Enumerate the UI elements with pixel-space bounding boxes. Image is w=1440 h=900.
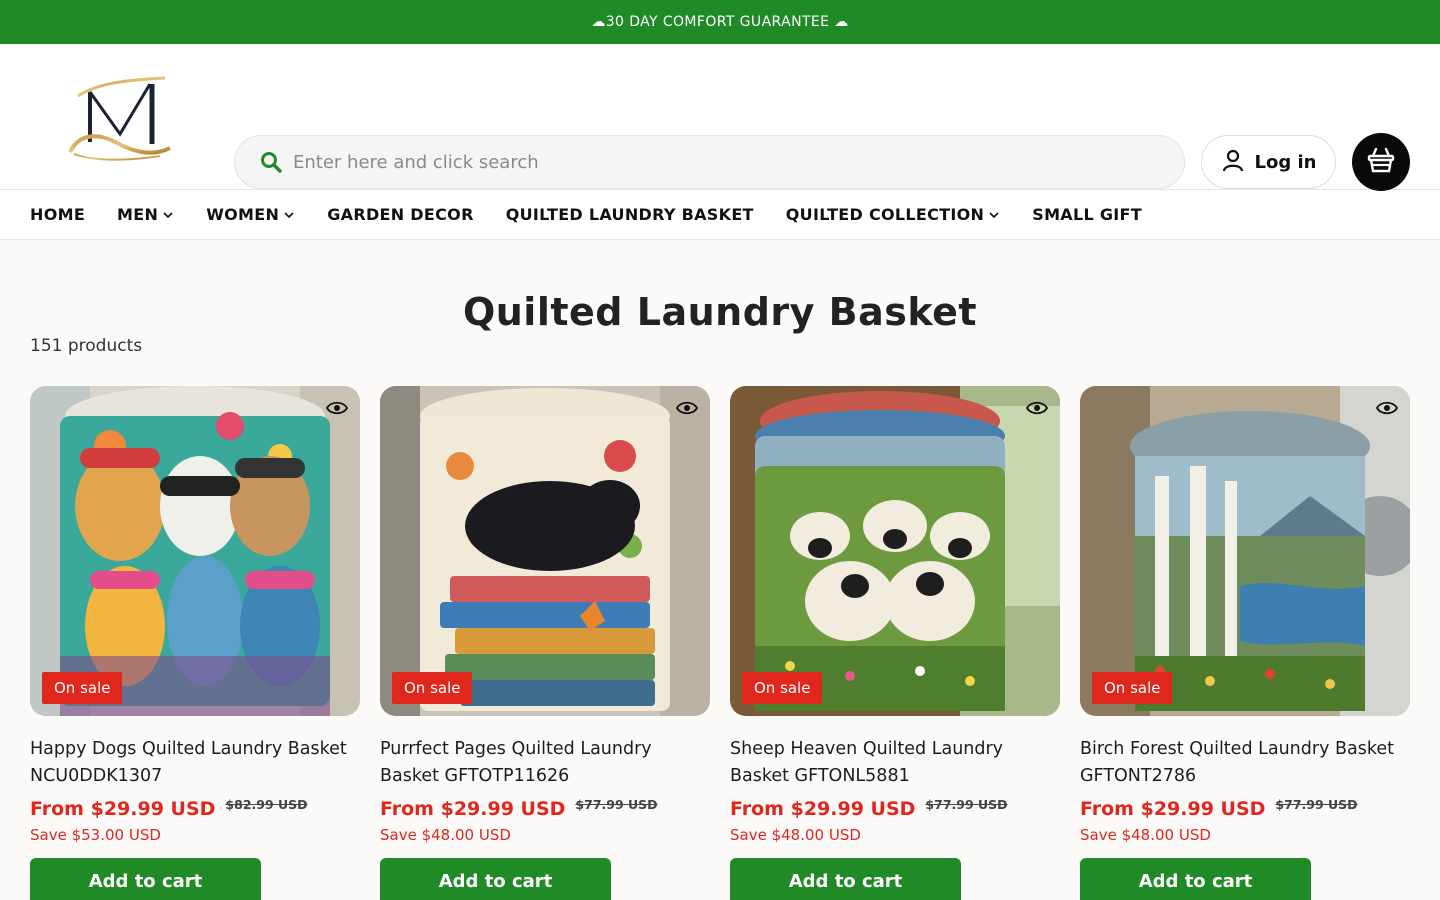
savings-text: Save $48.00 USD	[730, 826, 861, 844]
main-nav: HOME MEN WOMEN GARDEN DECOR QUILTED LAUN…	[0, 190, 1440, 240]
search-bar[interactable]	[234, 135, 1185, 189]
sale-price: From $29.99 USD	[380, 798, 566, 820]
announcement-bar: ☁30 DAY COMFORT GUARANTEE ☁	[0, 0, 1440, 44]
chevron-down-icon	[988, 209, 1000, 221]
price-row: From $29.99 USD $77.99 USD	[380, 797, 710, 820]
compare-price: $77.99 USD	[575, 797, 658, 812]
announcement-text: ☁30 DAY COMFORT GUARANTEE ☁	[591, 14, 849, 30]
sale-badge: On sale	[42, 672, 123, 704]
user-icon	[1221, 148, 1245, 177]
product-image[interactable]: On sale	[1080, 386, 1410, 716]
product-card[interactable]: On sale Happy Dogs Quilted Laundry Baske…	[30, 386, 360, 900]
site-header: Log in	[0, 44, 1440, 191]
savings-text: Save $48.00 USD	[1080, 826, 1211, 844]
product-count: 151 products	[30, 336, 143, 356]
product-grid: On sale Happy Dogs Quilted Laundry Baske…	[30, 386, 1410, 900]
compare-price: $82.99 USD	[225, 797, 308, 812]
sale-price: From $29.99 USD	[1080, 798, 1266, 820]
sale-badge: On sale	[742, 672, 823, 704]
chevron-down-icon	[283, 209, 295, 221]
add-to-cart-button[interactable]: Add to cart	[30, 858, 261, 900]
product-title[interactable]: Purrfect Pages Quilted Laundry Basket GF…	[380, 736, 710, 790]
sale-badge: On sale	[392, 672, 473, 704]
nav-item-home[interactable]: HOME	[30, 205, 85, 224]
cart-button[interactable]	[1352, 133, 1410, 191]
nav-item-women[interactable]: WOMEN	[206, 205, 295, 224]
quick-view-icon[interactable]	[675, 400, 699, 416]
sale-price: From $29.99 USD	[30, 798, 216, 820]
add-to-cart-button[interactable]: Add to cart	[380, 858, 611, 900]
quick-view-icon[interactable]	[325, 400, 349, 416]
savings-text: Save $48.00 USD	[380, 826, 511, 844]
price-row: From $29.99 USD $77.99 USD	[730, 797, 1060, 820]
nav-item-quilted-collection[interactable]: QUILTED COLLECTION	[786, 205, 1000, 224]
product-image[interactable]: On sale	[30, 386, 360, 716]
nav-item-small-gift[interactable]: SMALL GIFT	[1032, 205, 1142, 224]
page-title: Quilted Laundry Basket	[462, 290, 978, 334]
price-row: From $29.99 USD $82.99 USD	[30, 797, 360, 820]
product-title[interactable]: Birch Forest Quilted Laundry Basket GFTO…	[1080, 736, 1410, 790]
product-image[interactable]: On sale	[730, 386, 1060, 716]
nav-item-quilted-laundry-basket[interactable]: QUILTED LAUNDRY BASKET	[506, 205, 754, 224]
search-icon[interactable]	[259, 150, 283, 174]
compare-price: $77.99 USD	[925, 797, 1008, 812]
product-image[interactable]: On sale	[380, 386, 710, 716]
sale-badge: On sale	[1092, 672, 1173, 704]
product-title[interactable]: Happy Dogs Quilted Laundry Basket NCU0DD…	[30, 736, 360, 790]
sale-price: From $29.99 USD	[730, 798, 916, 820]
product-card[interactable]: On sale Purrfect Pages Quilted Laundry B…	[380, 386, 710, 900]
product-title[interactable]: Sheep Heaven Quilted Laundry Basket GFTO…	[730, 736, 1060, 790]
add-to-cart-button[interactable]: Add to cart	[730, 858, 961, 900]
login-label: Log in	[1254, 151, 1317, 173]
nav-item-garden-decor[interactable]: GARDEN DECOR	[327, 205, 473, 224]
chevron-down-icon	[162, 209, 174, 221]
price-row: From $29.99 USD $77.99 USD	[1080, 797, 1410, 820]
brand-logo[interactable]	[60, 72, 180, 162]
add-to-cart-button[interactable]: Add to cart	[1080, 858, 1311, 900]
compare-price: $77.99 USD	[1275, 797, 1358, 812]
login-button[interactable]: Log in	[1201, 135, 1336, 189]
nav-item-men[interactable]: MEN	[117, 205, 174, 224]
quick-view-icon[interactable]	[1375, 400, 1399, 416]
quick-view-icon[interactable]	[1025, 400, 1049, 416]
savings-text: Save $53.00 USD	[30, 826, 161, 844]
basket-icon	[1367, 147, 1395, 177]
product-card[interactable]: On sale Birch Forest Quilted Laundry Bas…	[1080, 386, 1410, 900]
product-card[interactable]: On sale Sheep Heaven Quilted Laundry Bas…	[730, 386, 1060, 900]
search-input[interactable]	[293, 151, 1153, 173]
